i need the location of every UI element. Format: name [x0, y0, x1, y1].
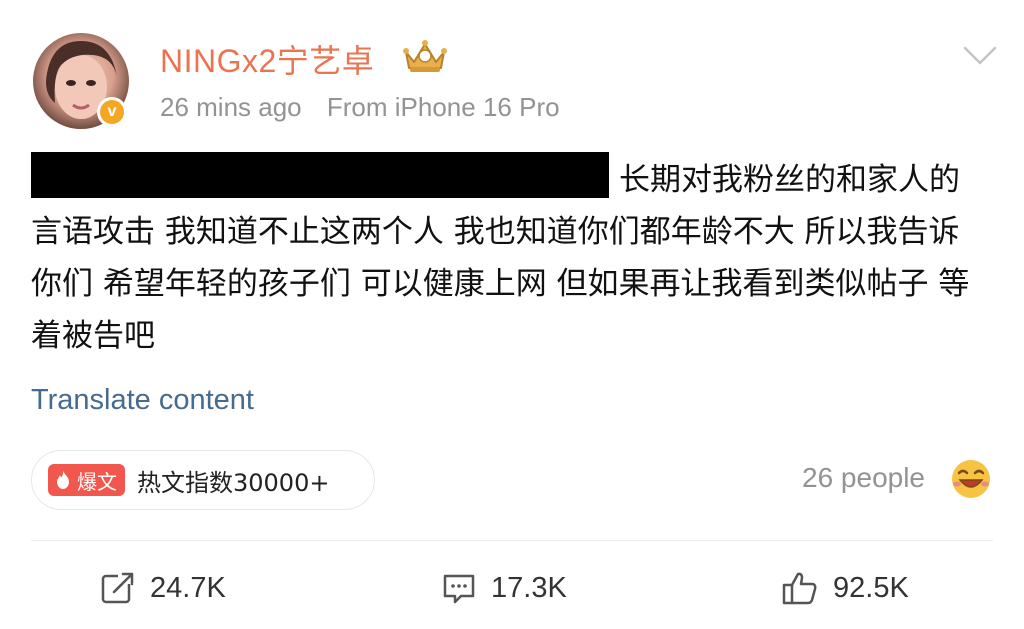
thumbs-up-icon	[782, 572, 817, 605]
post-meta: 26 mins ago From iPhone 16 Pro	[160, 92, 560, 123]
divider	[31, 540, 993, 541]
hot-tag-label: 爆文	[77, 469, 117, 494]
post-source: From iPhone 16 Pro	[326, 92, 560, 122]
translate-link[interactable]: Translate content	[31, 384, 254, 417]
laughing-emoji-icon	[952, 460, 990, 498]
weibo-post: v NINGx2宁艺卓 26 mins ago From iPhone 16 P…	[0, 0, 1024, 629]
repost-icon	[101, 572, 134, 604]
like-button[interactable]: 92.5K	[781, 566, 909, 610]
post-content: 长期对我粉丝的和家人的言语攻击 我知道不止这两个人 我也知道你们都年龄不大 所以…	[31, 152, 981, 362]
username[interactable]: NINGx2宁艺卓	[160, 36, 374, 82]
hot-tag-badge: 爆文	[48, 464, 125, 496]
crown-icon	[403, 40, 447, 72]
fire-icon	[57, 471, 69, 489]
reactions-count[interactable]: 26 people	[802, 462, 925, 494]
hot-index-text: 热文指数30000+	[137, 468, 330, 497]
repost-count: 24.7K	[150, 571, 226, 604]
verified-badge-icon: v	[97, 97, 127, 127]
post-time: 26 mins ago	[160, 92, 302, 122]
avatar[interactable]: v	[33, 33, 129, 129]
like-count: 92.5K	[833, 571, 909, 604]
redaction-bar	[31, 152, 609, 198]
comment-count: 17.3K	[491, 571, 567, 604]
comment-button[interactable]: 17.3K	[441, 566, 567, 610]
chevron-down-icon[interactable]	[962, 44, 998, 68]
hot-index-pill[interactable]: 爆文 热文指数30000+	[31, 450, 375, 510]
comment-icon	[443, 574, 475, 604]
repost-button[interactable]: 24.7K	[100, 566, 226, 610]
